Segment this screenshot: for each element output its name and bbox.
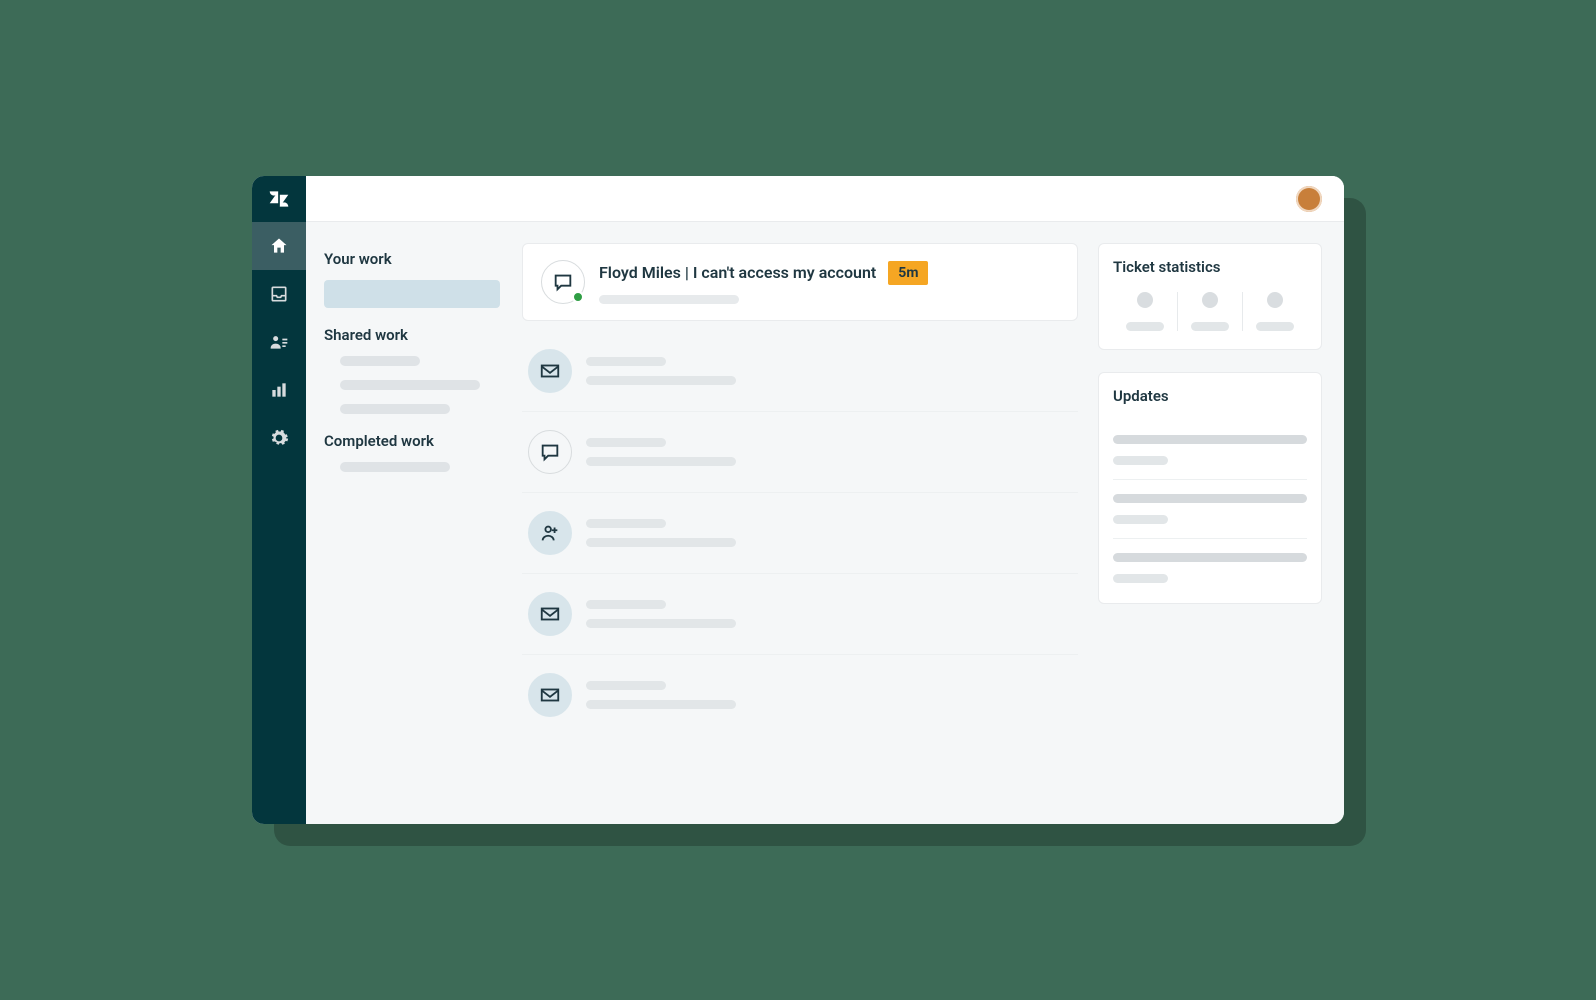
nav-settings[interactable] — [252, 414, 306, 462]
ticket-channel-icon-wrap — [541, 260, 585, 304]
your-work-heading: Your work — [324, 250, 502, 268]
user-avatar[interactable] — [1296, 186, 1322, 212]
nav-home[interactable] — [252, 222, 306, 270]
update-item[interactable] — [1113, 480, 1307, 539]
stat-item — [1113, 292, 1177, 331]
ticket-age-badge: 5m — [888, 261, 928, 285]
ticket-separator: | — [681, 263, 693, 282]
row-title-placeholder — [586, 681, 666, 690]
update-item[interactable] — [1113, 421, 1307, 480]
ticket-row[interactable] — [522, 655, 1078, 735]
row-sub-placeholder — [586, 376, 736, 385]
stat-item — [1177, 292, 1242, 331]
zendesk-icon — [268, 188, 290, 210]
ticket-subline-placeholder — [599, 295, 739, 304]
row-sub-placeholder — [586, 619, 736, 628]
chat-icon — [552, 271, 574, 293]
update-line — [1113, 494, 1307, 503]
row-icon-wrap — [528, 592, 572, 636]
center-panel: Floyd Miles | I can't access my account … — [522, 240, 1078, 824]
ticket-row[interactable] — [522, 493, 1078, 574]
ticket-subject: I can't access my account — [693, 263, 876, 282]
update-line — [1113, 574, 1168, 583]
gear-icon — [269, 428, 289, 448]
home-icon — [269, 236, 289, 256]
ticket-row[interactable] — [522, 412, 1078, 493]
stat-label-placeholder — [1256, 322, 1294, 331]
mail-icon — [539, 684, 561, 706]
highlighted-ticket[interactable]: Floyd Miles | I can't access my account … — [522, 243, 1078, 321]
row-icon-wrap — [528, 349, 572, 393]
nav-rail — [252, 176, 306, 824]
row-title-placeholder — [586, 519, 666, 528]
left-panel: Your work Shared work Completed work — [306, 240, 502, 824]
users-icon — [269, 332, 289, 352]
stat-label-placeholder — [1126, 322, 1164, 331]
completed-work-item[interactable] — [340, 462, 450, 472]
row-sub-placeholder — [586, 538, 736, 547]
row-icon-wrap — [528, 511, 572, 555]
stat-value-placeholder — [1202, 292, 1218, 308]
row-icon-wrap — [528, 673, 572, 717]
updates-card: Updates — [1098, 372, 1322, 604]
row-icon-wrap — [528, 430, 572, 474]
your-work-selected-item[interactable] — [324, 280, 500, 308]
ticket-author: Floyd Miles — [599, 263, 681, 282]
nav-users[interactable] — [252, 318, 306, 366]
user-plus-icon — [539, 522, 561, 544]
stat-value-placeholder — [1137, 292, 1153, 308]
app-logo[interactable] — [252, 176, 306, 222]
mail-icon — [539, 360, 561, 382]
row-title-placeholder — [586, 357, 666, 366]
stat-label-placeholder — [1191, 322, 1229, 331]
update-item[interactable] — [1113, 539, 1307, 583]
updates-heading: Updates — [1113, 387, 1307, 405]
stats-heading: Ticket statistics — [1113, 258, 1307, 276]
ticket-statistics-card: Ticket statistics — [1098, 243, 1322, 350]
chat-icon — [539, 441, 561, 463]
row-title-placeholder — [586, 600, 666, 609]
completed-work-heading: Completed work — [324, 432, 502, 450]
presence-online-dot — [572, 291, 584, 303]
ticket-row[interactable] — [522, 574, 1078, 655]
update-line — [1113, 553, 1307, 562]
shared-work-item[interactable] — [340, 380, 480, 390]
app-window: Your work Shared work Completed work — [252, 176, 1344, 824]
nav-inbox[interactable] — [252, 270, 306, 318]
content-area: Your work Shared work Completed work — [306, 222, 1344, 824]
stat-item — [1242, 292, 1307, 331]
shared-work-item[interactable] — [340, 404, 450, 414]
update-line — [1113, 456, 1168, 465]
update-line — [1113, 435, 1307, 444]
mail-icon — [539, 603, 561, 625]
bar-chart-icon — [269, 380, 289, 400]
topbar — [306, 176, 1344, 222]
ticket-row[interactable] — [522, 331, 1078, 412]
row-title-placeholder — [586, 438, 666, 447]
ticket-title: Floyd Miles | I can't access my account — [599, 263, 876, 282]
app-body: Your work Shared work Completed work — [306, 176, 1344, 824]
shared-work-item[interactable] — [340, 356, 420, 366]
stat-value-placeholder — [1267, 292, 1283, 308]
shared-work-heading: Shared work — [324, 326, 502, 344]
row-sub-placeholder — [586, 700, 736, 709]
right-panel: Ticket statistics Updates — [1098, 240, 1322, 824]
row-sub-placeholder — [586, 457, 736, 466]
update-line — [1113, 515, 1168, 524]
nav-reports[interactable] — [252, 366, 306, 414]
inbox-icon — [269, 284, 289, 304]
